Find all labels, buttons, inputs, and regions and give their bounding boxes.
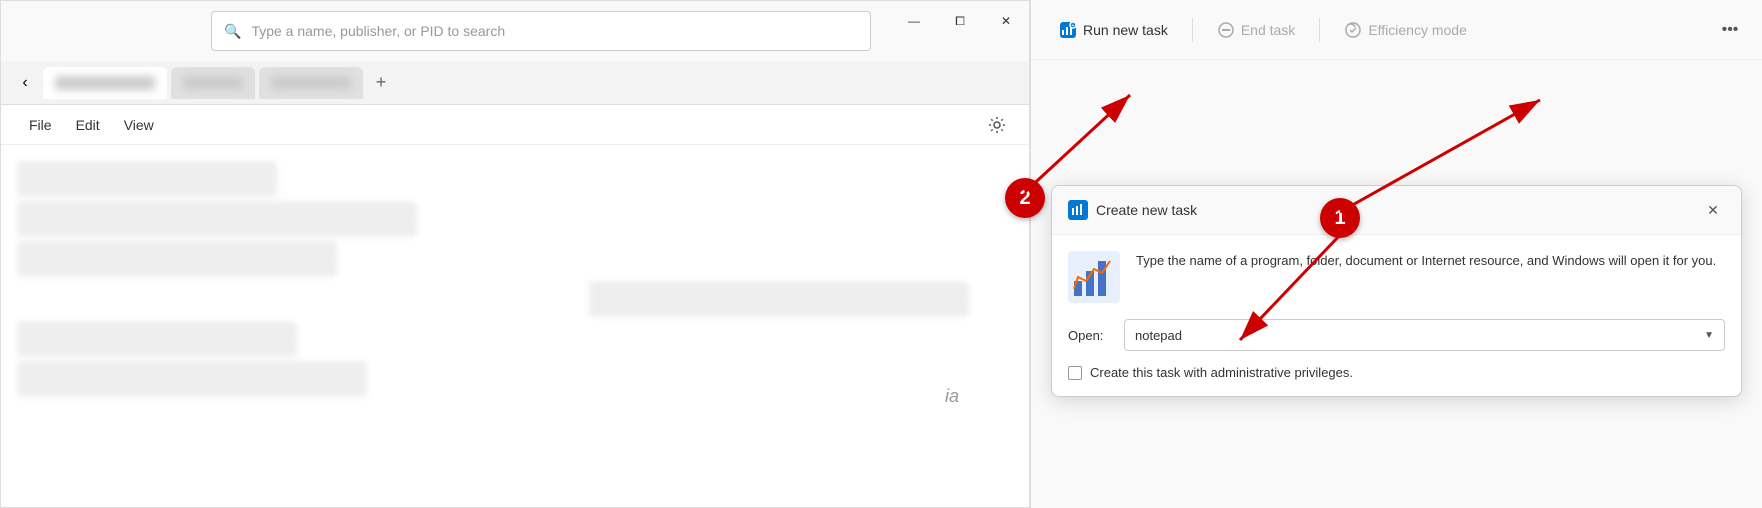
run-task-icon: + [1059,21,1077,39]
efficiency-mode-icon [1344,21,1362,39]
blurred-row-4 [589,281,969,317]
dialog-description: Type the name of a program, folder, docu… [1136,251,1716,271]
blurred-row-2 [17,201,417,237]
tab-active[interactable] [43,67,167,99]
dialog-header: Create new task ✕ [1052,186,1741,235]
task-manager-panel: 🔍 Type a name, publisher, or PID to sear… [0,0,1030,508]
tab-back-button[interactable]: ‹ [11,69,39,97]
dialog-open-row: Open: notepad ▼ [1068,319,1725,351]
search-input-placeholder: Type a name, publisher, or PID to search [251,23,505,39]
dialog-icon [1068,200,1088,220]
dialog-close-button[interactable]: ✕ [1701,198,1725,222]
tab-bar: ‹ + [1,61,1029,105]
search-icon: 🔍 [224,23,241,40]
dialog-body: Type the name of a program, folder, docu… [1052,235,1741,396]
tab-label [55,76,155,90]
blurred-row-1 [17,161,277,197]
close-button[interactable]: ✕ [983,1,1029,41]
more-icon: ••• [1722,21,1739,39]
dialog-info-row: Type the name of a program, folder, docu… [1068,251,1725,303]
end-task-label: End task [1241,22,1295,38]
blurred-row-5 [17,321,297,357]
blurred-row-6 [17,361,367,397]
dialog-chart-icon [1068,251,1120,303]
tab-2[interactable] [171,67,255,99]
tab-3-label [271,76,351,90]
run-new-task-label: Run new task [1083,22,1168,38]
partial-text: ia [945,386,959,407]
tab-add-button[interactable]: + [367,69,395,97]
maximize-button[interactable]: ⧠ [937,1,983,41]
admin-privileges-checkbox[interactable] [1068,366,1082,380]
end-task-icon [1217,21,1235,39]
blurred-row-3 [17,241,337,277]
end-task-button[interactable]: End task [1205,15,1307,45]
window-controls: — ⧠ ✕ [891,1,1029,41]
tab-3[interactable] [259,67,363,99]
minimize-button[interactable]: — [891,1,937,41]
search-bar[interactable]: 🔍 Type a name, publisher, or PID to sear… [211,11,871,51]
menu-bar: File Edit View [1,105,1029,145]
menu-view[interactable]: View [112,111,166,139]
dialog-title: Create new task [1096,202,1693,218]
dialog-open-label: Open: [1068,328,1112,343]
dialog-open-value: notepad [1135,328,1182,343]
toolbar: + Run new task End task Efficiency mode … [1031,0,1762,60]
toolbar-separator-2 [1319,18,1320,42]
admin-privileges-label: Create this task with administrative pri… [1090,365,1353,380]
tab-2-label [183,76,243,90]
create-new-task-dialog: Create new task ✕ Type the name of a pro… [1051,185,1742,397]
settings-icon[interactable] [981,109,1013,141]
menu-edit[interactable]: Edit [64,111,112,139]
menu-file[interactable]: File [17,111,64,139]
run-new-task-button[interactable]: + Run new task [1047,15,1180,45]
efficiency-mode-button[interactable]: Efficiency mode [1332,15,1479,45]
svg-text:+: + [1072,23,1075,29]
toolbar-separator-1 [1192,18,1193,42]
content-area: ia [1,145,1029,507]
combo-arrow-icon: ▼ [1704,330,1714,341]
efficiency-mode-label: Efficiency mode [1368,22,1467,38]
dialog-open-input[interactable]: notepad ▼ [1124,319,1725,351]
dialog-checkbox-row: Create this task with administrative pri… [1068,365,1725,380]
more-options-button[interactable]: ••• [1714,14,1746,46]
right-panel: + Run new task End task Efficiency mode … [1030,0,1762,508]
